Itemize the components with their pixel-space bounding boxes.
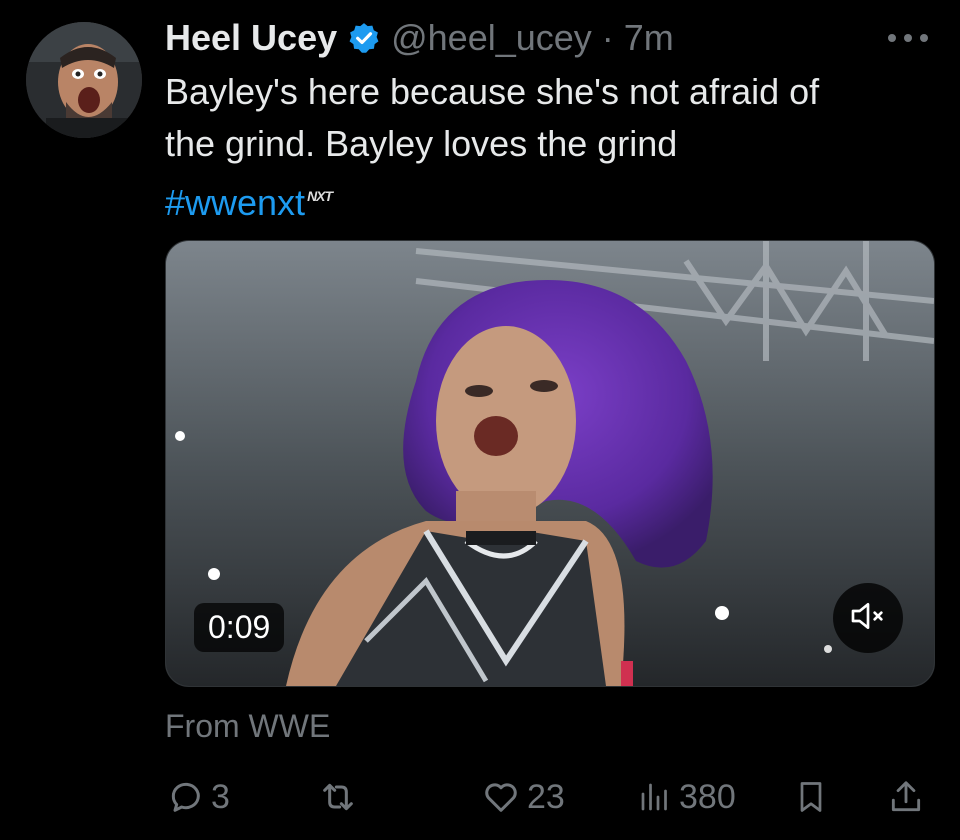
bookmark-icon: [793, 776, 829, 818]
video-duration-badge: 0:09: [194, 603, 285, 652]
mute-icon: [848, 596, 888, 641]
views-count: 380: [679, 777, 736, 816]
separator-dot: ·: [601, 17, 614, 58]
author-handle[interactable]: @heel_ucey: [391, 17, 592, 59]
views-button[interactable]: 380: [637, 772, 736, 822]
tweet-text-line: Bayley's here because she's not afraid o…: [165, 71, 820, 112]
tweet[interactable]: Heel Ucey @heel_ucey · 7m Bayley's here …: [0, 0, 960, 840]
like-button[interactable]: 23: [481, 772, 565, 822]
more-icon[interactable]: [886, 30, 930, 46]
tweet-text: Bayley's here because she's not afraid o…: [165, 66, 925, 229]
like-icon: [481, 777, 521, 817]
tweet-text-line: the grind. Bayley loves the grind: [165, 123, 678, 164]
verified-icon: [347, 21, 381, 55]
mute-toggle-button[interactable]: [833, 583, 903, 653]
reply-count: 3: [211, 777, 230, 816]
repost-icon: [317, 777, 359, 817]
media-source-label[interactable]: From WWE: [165, 708, 330, 745]
like-count: 23: [527, 777, 565, 816]
bookmark-button[interactable]: [793, 772, 829, 822]
share-button[interactable]: [887, 772, 925, 822]
hashtag-link[interactable]: #wwenxt: [165, 182, 305, 223]
repost-button[interactable]: [317, 772, 365, 822]
avatar[interactable]: [26, 22, 142, 138]
display-name[interactable]: Heel Ucey: [165, 17, 337, 59]
share-icon: [887, 776, 925, 818]
views-icon: [637, 777, 673, 817]
action-bar: 3 23 380: [165, 772, 931, 822]
post-time[interactable]: 7m: [624, 17, 674, 59]
reply-button[interactable]: 3: [165, 772, 230, 822]
tweet-header: Heel Ucey @heel_ucey · 7m: [165, 14, 674, 62]
reply-icon: [165, 777, 205, 817]
nxt-hashflag-icon: NXT: [307, 188, 333, 204]
